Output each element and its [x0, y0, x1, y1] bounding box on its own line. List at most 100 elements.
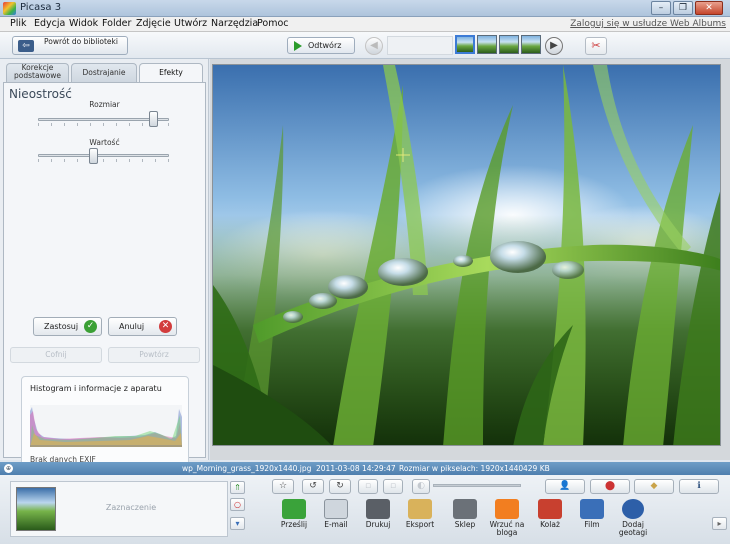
menu-file[interactable]: Plik [10, 18, 27, 29]
menu-create[interactable]: Utwórz [174, 18, 207, 29]
zoom-slider[interactable] [433, 484, 521, 487]
clear-selection-icon[interactable]: ○ [230, 498, 245, 511]
size-slider-label: Rozmiar [89, 100, 120, 109]
film-icon [580, 499, 604, 519]
menu-folder[interactable]: Folder [102, 18, 131, 29]
expand-tray-icon[interactable]: ▸ [712, 517, 727, 530]
slideshow-play-button[interactable]: Odtwórz [287, 37, 355, 54]
shop-button[interactable]: Sklep [445, 499, 485, 529]
tags-button[interactable]: ◆ [634, 479, 674, 494]
play-label: Odtwórz [308, 41, 342, 50]
close-button[interactable]: ✕ [695, 1, 723, 15]
tab-effects[interactable]: Efekty [139, 63, 203, 83]
disabled-tool-button[interactable]: ▫ [383, 479, 403, 494]
upload-label: Prześlij [280, 520, 308, 529]
filmstrip-thumbnail[interactable] [455, 35, 475, 54]
email-icon [324, 499, 348, 519]
menu-help[interactable]: Pomoc [257, 18, 289, 29]
back-to-library-button[interactable]: ⇦ Powrót do biblioteki [12, 36, 128, 55]
menu-tools[interactable]: Narzędzia [211, 18, 258, 29]
grass-photo [213, 65, 720, 445]
upload-icon [282, 499, 306, 519]
rotate-right-button[interactable]: ↻ [329, 479, 351, 494]
info-button[interactable]: ℹ [679, 479, 719, 494]
status-dimensions: Rozmiar w pikselach: 1920x1440 [399, 464, 524, 473]
print-button[interactable]: Drukuj [358, 499, 398, 529]
title-bar: Picasa 3 – ❐ ✕ [0, 0, 730, 17]
shop-label: Sklep [454, 520, 476, 529]
email-button[interactable]: E-mail [316, 499, 356, 529]
upload-button[interactable]: Prześlij [274, 499, 314, 529]
collage-button[interactable]: Kolaż [530, 499, 570, 529]
histogram-graph [30, 405, 182, 447]
collapse-icon[interactable]: ⊕ [4, 464, 13, 473]
filmstrip [387, 36, 453, 55]
cancel-x-icon: ✕ [159, 320, 172, 333]
star-button[interactable]: ☆ [272, 479, 294, 494]
collage-label: Kolaż [540, 520, 560, 529]
disabled-tool-button[interactable]: ▫ [358, 479, 378, 494]
zoom-icon[interactable]: ◐ [412, 479, 430, 494]
geotag-label: Dodaj geotagi [618, 520, 648, 537]
next-photo-button[interactable]: ▶ [545, 37, 563, 55]
tab-basic-fixes[interactable]: Korekcje podstawowe [6, 63, 69, 82]
maximize-button[interactable]: ❐ [673, 1, 693, 15]
minimize-button[interactable]: – [651, 1, 671, 15]
print-label: Drukuj [365, 520, 391, 529]
amount-slider-track[interactable] [38, 154, 169, 157]
filmstrip-thumbnail[interactable] [521, 35, 541, 54]
places-button[interactable]: ⬤ [590, 479, 630, 494]
apply-button[interactable]: Zastosuj ✓ [33, 317, 102, 336]
folder-icon [408, 499, 432, 519]
window-title: Picasa 3 [20, 2, 62, 13]
collage-icon [538, 499, 562, 519]
email-label: E-mail [324, 520, 348, 529]
filmstrip-thumbnail[interactable] [477, 35, 497, 54]
menu-bar: Plik Edycja Widok Folder Zdjęcie Utwórz … [0, 17, 730, 32]
export-button[interactable]: Eksport [400, 499, 440, 529]
amount-slider-ticks [38, 159, 169, 162]
size-slider-handle[interactable] [148, 111, 158, 127]
effect-title: Nieostrość [9, 87, 72, 101]
earth-icon [622, 499, 644, 519]
add-to-album-icon[interactable]: ▾ [230, 517, 245, 530]
movie-button[interactable]: Film [572, 499, 612, 529]
menu-edit[interactable]: Edycja [34, 18, 65, 29]
cancel-button[interactable]: Anuluj ✕ [108, 317, 177, 336]
histogram-title: Histogram i informacje z aparatu [30, 384, 162, 393]
people-button[interactable]: 👤 [545, 479, 585, 494]
hold-pin-icon[interactable]: ⇑ [230, 481, 245, 494]
back-to-library-label: Powrót do biblioteki [44, 37, 118, 46]
previous-photo-button[interactable]: ◀ [365, 37, 383, 55]
photo-view [210, 59, 730, 460]
status-filesize: 429 KB [523, 464, 550, 473]
amount-slider-handle[interactable] [88, 148, 98, 164]
status-bar: ⊕ wp_Morning_grass_1920x1440.jpg 2011-03… [0, 462, 730, 475]
undo-button[interactable]: Cofnij [10, 347, 102, 363]
export-label: Eksport [405, 520, 435, 529]
geotag-button[interactable]: Dodaj geotagi [613, 499, 653, 537]
tools-icon[interactable]: ✂ [585, 37, 607, 55]
blog-button[interactable]: Wrzuć na bloga [487, 499, 527, 537]
amount-slider-label: Wartość [89, 138, 120, 147]
play-icon [294, 41, 302, 51]
filmstrip-thumbnail[interactable] [499, 35, 519, 54]
photo-tray: Zaznaczenie ⇑ ○ ▾ ☆ ↺ ↻ ▫ ▫ ◐ 👤 ⬤ ◆ ℹ Pr… [0, 475, 730, 544]
web-albums-login-link[interactable]: Zaloguj się w usłudze Web Albums [570, 19, 726, 29]
selected-thumbnail[interactable] [16, 487, 56, 531]
picasa-window: Picasa 3 – ❐ ✕ Plik Edycja Widok Folder … [0, 0, 730, 544]
print-icon [366, 499, 390, 519]
edit-panel: Korekcje podstawowe Dostrajanie Efekty N… [0, 59, 209, 492]
tab-tuning[interactable]: Dostrajanie [71, 63, 137, 82]
photo-canvas[interactable] [212, 64, 721, 446]
checkmark-icon: ✓ [84, 320, 97, 333]
menu-picture[interactable]: Zdjęcie [136, 18, 171, 29]
status-date: 2011-03-08 14:29:47 [316, 464, 396, 473]
rotate-left-button[interactable]: ↺ [302, 479, 324, 494]
redo-button[interactable]: Powtórz [108, 347, 200, 363]
menu-view[interactable]: Widok [69, 18, 98, 29]
cancel-label: Anuluj [119, 322, 145, 331]
blog-label: Wrzuć na bloga [489, 520, 525, 537]
toolbar: ⇦ Powrót do biblioteki Odtwórz ◀ ▶ ✂ [0, 32, 730, 59]
blogger-icon [495, 499, 519, 519]
